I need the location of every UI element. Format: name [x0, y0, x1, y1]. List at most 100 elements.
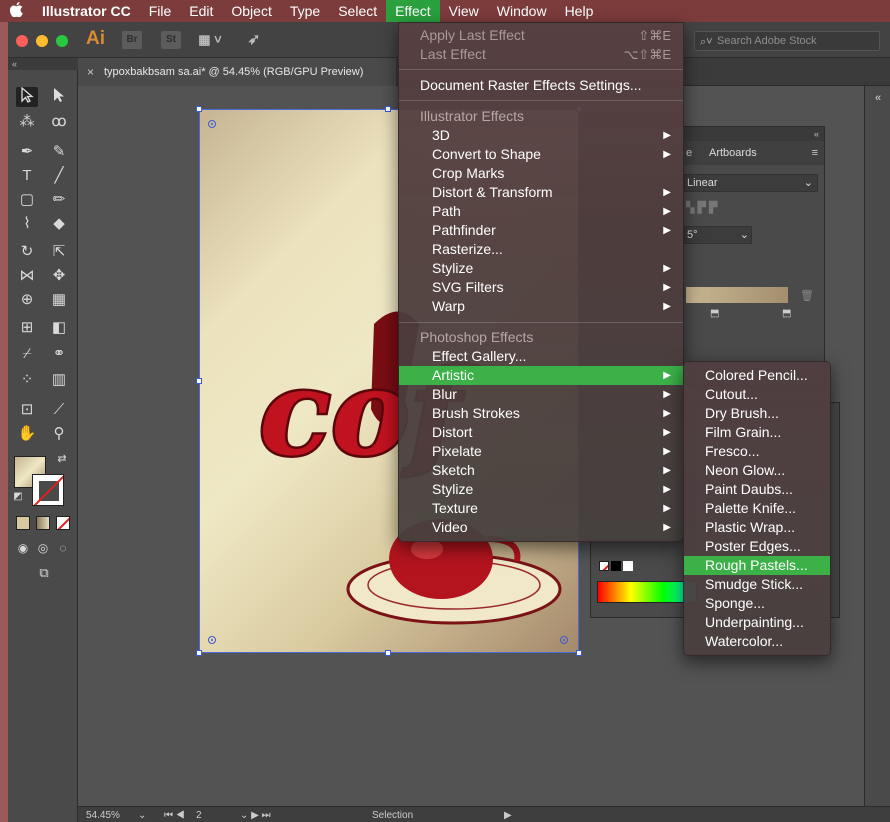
scale-tool-icon[interactable]: ⇱ [48, 242, 70, 262]
document-tab[interactable]: × typoxbakbsam sa.ai* @ 54.45% (RGB/GPU … [78, 58, 396, 86]
gradient-slider[interactable] [686, 287, 788, 303]
arrange-documents-icon[interactable]: ▦ ˅ [194, 31, 226, 49]
bridge-button[interactable]: Br [122, 31, 142, 49]
menu-item-pixelate[interactable]: Pixelate ▶ [399, 442, 683, 461]
lasso-tool-icon[interactable]: ꝏ [48, 112, 70, 132]
rectangle-tool-icon[interactable]: ▢ [16, 190, 38, 210]
submenu-item-rough-pastels[interactable]: Rough Pastels... [684, 556, 830, 575]
first-artboard-icon[interactable]: ⏮ ◀ [164, 810, 185, 821]
menu-item-convert-to-shape[interactable]: Convert to Shape ▶ [399, 145, 683, 164]
menu-item-video[interactable]: Video ▶ [399, 518, 683, 537]
zoom-window-button[interactable] [56, 35, 68, 47]
none-mode-button[interactable] [56, 516, 70, 530]
artboards-tab[interactable]: Artboards [709, 141, 757, 165]
close-tab-icon[interactable]: × [87, 58, 94, 86]
hand-tool-icon[interactable]: ✋ [16, 424, 38, 444]
type-tool-icon[interactable]: T [16, 166, 38, 186]
search-stock-input[interactable]: ⌕˅ Search Adobe Stock [694, 31, 880, 51]
menu-item-artistic[interactable]: Artistic ▶ [399, 366, 683, 385]
artboard-tool-icon[interactable]: ⊡ [16, 400, 38, 420]
menu-item-effect-gallery[interactable]: Effect Gallery... [399, 347, 683, 366]
app-menu[interactable]: Illustrator CC [32, 0, 140, 22]
menu-item-distort-transform[interactable]: Distort & Transform ▶ [399, 183, 683, 202]
delete-stop-icon[interactable]: 🗑 [800, 289, 814, 302]
gradient-stop-left[interactable]: ⬒ [710, 308, 719, 319]
none-swatch[interactable] [599, 561, 609, 571]
panel-toggle-icon[interactable]: « [867, 88, 889, 108]
artboard-number[interactable]: 2 [196, 810, 236, 821]
shape-builder-tool-icon[interactable]: ⊕ [16, 290, 38, 310]
perspective-grid-tool-icon[interactable]: ▦ [48, 290, 70, 310]
gradient-stop-right[interactable]: ⬒ [782, 308, 791, 319]
curvature-tool-icon[interactable]: ✎ [48, 142, 70, 162]
close-window-button[interactable] [16, 35, 28, 47]
zoom-level[interactable]: 54.45% [86, 810, 120, 821]
white-swatch[interactable] [623, 561, 633, 571]
submenu-item-paint-daubs[interactable]: Paint Daubs... [684, 480, 830, 499]
direct-selection-tool-icon[interactable] [48, 87, 70, 107]
submenu-item-film-grain[interactable]: Film Grain... [684, 423, 830, 442]
menu-view[interactable]: View [440, 0, 488, 22]
blend-tool-icon[interactable]: ⚭ [48, 344, 70, 364]
menu-item-pathfinder[interactable]: Pathfinder ▶ [399, 221, 683, 240]
gradient-tool-icon[interactable]: ◧ [48, 318, 70, 338]
draw-inside-icon[interactable]: ◌ [54, 540, 72, 556]
gradient-tab[interactable]: e [686, 141, 692, 165]
submenu-item-palette-knife[interactable]: Palette Knife... [684, 499, 830, 518]
stroke-swatch[interactable] [32, 474, 64, 506]
black-swatch[interactable] [611, 561, 621, 571]
zoom-dropdown-icon[interactable]: ⌄ [138, 810, 146, 821]
menu-item-path[interactable]: Path ▶ [399, 202, 683, 221]
menu-item-document-raster-effects-settings[interactable]: Document Raster Effects Settings... [399, 76, 683, 95]
menu-item-sketch[interactable]: Sketch ▶ [399, 461, 683, 480]
menu-help[interactable]: Help [556, 0, 603, 22]
submenu-item-poster-edges[interactable]: Poster Edges... [684, 537, 830, 556]
submenu-item-underpainting[interactable]: Underpainting... [684, 613, 830, 632]
menu-item-3d[interactable]: 3D ▶ [399, 126, 683, 145]
status-menu-icon[interactable]: ▶ [504, 810, 512, 821]
mesh-tool-icon[interactable]: ⊞ [16, 318, 38, 338]
apple-icon[interactable] [0, 2, 32, 20]
draw-normal-icon[interactable]: ◉ [14, 540, 32, 556]
submenu-item-dry-brush[interactable]: Dry Brush... [684, 404, 830, 423]
rotate-tool-icon[interactable]: ↻ [16, 242, 38, 262]
paintbrush-tool-icon[interactable]: ⌇ [16, 214, 38, 234]
stroke-gradient-buttons[interactable]: ▚ ▛ ▛ [686, 201, 746, 217]
gradient-mode-button[interactable] [36, 516, 50, 530]
menu-item-warp[interactable]: Warp ▶ [399, 297, 683, 316]
angle-field[interactable]: 5° ⌄ [684, 226, 752, 244]
sync-icon[interactable]: ➶ [244, 31, 264, 49]
menu-item-distort[interactable]: Distort ▶ [399, 423, 683, 442]
menu-item-crop-marks[interactable]: Crop Marks [399, 164, 683, 183]
menu-file[interactable]: File [140, 0, 181, 22]
menu-effect[interactable]: Effect [386, 0, 440, 22]
swap-fill-stroke-icon[interactable]: ⇄ [54, 452, 70, 466]
color-spectrum[interactable] [597, 581, 697, 603]
puppet-warp-tool-icon[interactable]: ✥ [48, 266, 70, 286]
submenu-item-sponge[interactable]: Sponge... [684, 594, 830, 613]
pencil-tool-icon[interactable]: ✏ [48, 190, 70, 210]
menu-item-stylize-photoshop[interactable]: Stylize ▶ [399, 480, 683, 499]
submenu-item-watercolor[interactable]: Watercolor... [684, 632, 830, 651]
submenu-item-cutout[interactable]: Cutout... [684, 385, 830, 404]
color-mode-button[interactable] [16, 516, 30, 530]
menu-item-brush-strokes[interactable]: Brush Strokes ▶ [399, 404, 683, 423]
menu-item-svg-filters[interactable]: SVG Filters ▶ [399, 278, 683, 297]
width-tool-icon[interactable]: ⋈ [16, 266, 38, 286]
next-artboard-icon[interactable]: ⌄ ▶ ⏭ [240, 810, 271, 821]
magic-wand-tool-icon[interactable]: ⁂ [16, 112, 38, 132]
tools-collapse-toggle[interactable]: « [8, 58, 78, 70]
gradient-type-select[interactable]: Linear ⌄ [684, 174, 818, 192]
menu-type[interactable]: Type [281, 0, 329, 22]
menu-object[interactable]: Object [222, 0, 280, 22]
submenu-item-fresco[interactable]: Fresco... [684, 442, 830, 461]
menu-window[interactable]: Window [488, 0, 556, 22]
column-graph-tool-icon[interactable]: ▥ [48, 370, 70, 390]
line-segment-tool-icon[interactable]: ╱ [48, 166, 70, 186]
menu-select[interactable]: Select [329, 0, 386, 22]
menu-item-rasterize[interactable]: Rasterize... [399, 240, 683, 259]
menu-item-texture[interactable]: Texture ▶ [399, 499, 683, 518]
panel-collapse-icon[interactable]: « [684, 127, 824, 141]
slice-tool-icon[interactable]: ⟋ [48, 400, 70, 420]
eraser-tool-icon[interactable]: ◆ [48, 214, 70, 234]
